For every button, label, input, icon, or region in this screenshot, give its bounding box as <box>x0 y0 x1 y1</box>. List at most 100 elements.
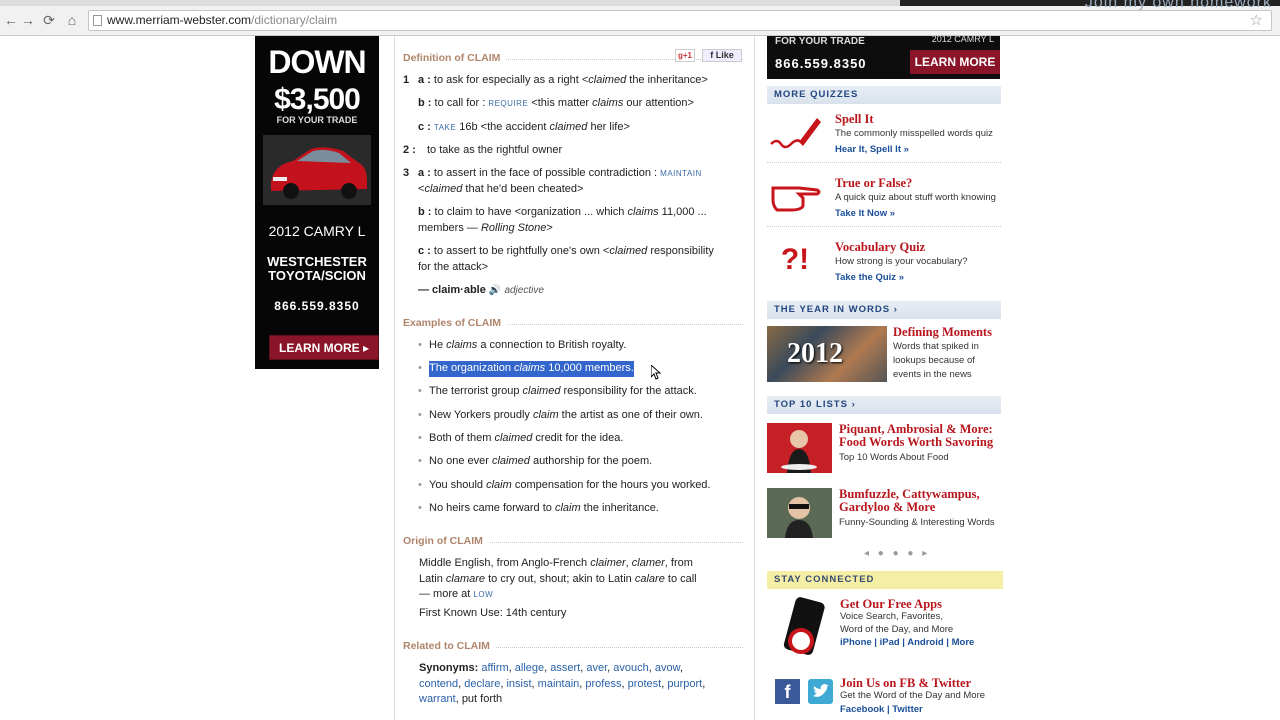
origin-heading: Origin of CLAIM <box>403 534 743 550</box>
synonym-link[interactable]: maintain <box>538 678 580 690</box>
quiz-link[interactable]: Take the Quiz » <box>835 272 904 283</box>
synonym-link[interactable]: assert <box>550 662 580 674</box>
google-plus-button[interactable]: g+1 <box>675 49 695 62</box>
back-button[interactable]: ← <box>2 12 20 28</box>
derived-word: — claim·able <box>418 284 486 296</box>
stay-connected-header: STAY CONNECTED <box>767 571 1003 589</box>
reload-button[interactable]: ⟳ <box>40 12 58 28</box>
right-ad-trade: FOR YOUR TRADE <box>775 36 865 47</box>
synonym-link[interactable]: purport <box>667 678 702 690</box>
synonym-link[interactable]: contend <box>419 678 458 690</box>
synonym-link[interactable]: allege <box>515 662 544 674</box>
phone-icon <box>775 597 829 659</box>
right-ad-model: 2012 CAMRY L <box>931 36 994 44</box>
address-bar[interactable]: www.merriam-webster.com/dictionary/claim… <box>88 10 1272 31</box>
synonym-link[interactable]: aver <box>586 662 607 674</box>
ad-amount: $3,500 <box>274 83 361 116</box>
food-woman-image <box>767 423 832 473</box>
pencil-icon <box>769 112 821 152</box>
quiz-desc: The commonly misspelled words quiz <box>835 128 993 139</box>
synonym-link[interactable]: affirm <box>481 662 508 674</box>
quiz-spell-it[interactable]: Spell It The commonly misspelled words q… <box>767 112 1001 172</box>
synonym-link[interactable]: avow <box>655 662 680 674</box>
speaker-icon[interactable]: 🔊 <box>489 285 501 296</box>
car-image <box>263 135 371 205</box>
synonym-link[interactable]: protest <box>628 678 662 690</box>
synonyms-label: Synonyms: <box>419 662 479 674</box>
top10-title[interactable]: Piquant, Ambrosial & More: Food Words Wo… <box>839 423 1019 449</box>
top10-food[interactable]: Piquant, Ambrosial & More: Food Words Wo… <box>767 423 1017 479</box>
carousel-pager[interactable]: ◂ ● ● ● ▸ <box>864 548 930 559</box>
twitter-icon[interactable] <box>808 679 833 704</box>
more-quizzes-header: MORE QUIZZES <box>767 86 1001 104</box>
definition-heading-text: Definition of CLAIM <box>403 52 507 64</box>
selected-text: The organization claims 10,000 members. <box>429 361 634 377</box>
year-collage-image: 2012 <box>767 326 887 382</box>
year-image-label: 2012 <box>787 338 843 369</box>
tab-strip: Join my own homework <box>0 0 1280 11</box>
cross-ref-link[interactable]: LOW <box>473 590 493 599</box>
funny-woman-image <box>767 488 832 538</box>
synonym-link[interactable]: warrant <box>419 693 456 705</box>
forward-button[interactable]: → <box>19 12 37 28</box>
web-page: DOWN $3,500 FOR YOUR TRADE 2012 CAMRY L … <box>0 36 1280 720</box>
cross-ref-link[interactable]: TAKE <box>434 123 456 132</box>
quiz-title[interactable]: True or False? <box>835 176 912 191</box>
related-heading-text: Related to CLAIM <box>403 640 496 652</box>
year-in-words-promo[interactable]: 2012 Defining Moments Words that spiked … <box>767 326 1017 382</box>
right-ad-phone: 866.559.8350 <box>775 56 867 71</box>
browser-toolbar: Join my own homework ← → ⟳ ⌂ www.merriam… <box>0 0 1280 36</box>
apps-promo[interactable]: Get Our Free Apps Voice Search, Favorite… <box>767 597 1017 657</box>
apps-title[interactable]: Get Our Free Apps <box>840 597 942 612</box>
quiz-desc: A quick quiz about stuff worth knowing <box>835 192 996 203</box>
year-in-words-header[interactable]: THE YEAR IN WORDS › <box>767 301 1001 319</box>
facebook-like-button[interactable]: f Like <box>702 49 742 62</box>
ad-model: 2012 CAMRY L <box>268 223 366 239</box>
page-icon <box>93 15 102 26</box>
year-title[interactable]: Defining Moments <box>893 326 1073 339</box>
quiz-link[interactable]: Take It Now » <box>835 208 895 219</box>
synonym-plain: put forth <box>461 693 503 705</box>
related-heading: Related to CLAIM <box>403 639 743 655</box>
examples-heading: Examples of CLAIM <box>403 316 743 332</box>
social-links[interactable]: Facebook | Twitter <box>840 704 923 715</box>
cross-ref-link[interactable]: REQUIRE <box>488 99 528 108</box>
url-path: /dictionary/claim <box>251 13 338 27</box>
synonym-link[interactable]: insist <box>506 678 531 690</box>
quiz-vocabulary[interactable]: ?! Vocabulary Quiz How strong is your vo… <box>767 240 1001 300</box>
social-promo[interactable]: f Join Us on FB & Twitter Get the Word o… <box>767 676 1017 720</box>
top10-funny[interactable]: Bumfuzzle, Cattywampus, Gardyloo & More … <box>767 488 1017 544</box>
top10-header[interactable]: TOP 10 LISTS › <box>767 396 1001 414</box>
ad-down-text: DOWN <box>268 44 366 80</box>
right-ad-learn-more-button[interactable]: LEARN MORE ▸ <box>910 50 1000 93</box>
home-button[interactable]: ⌂ <box>63 12 81 28</box>
synonym-link[interactable]: profess <box>585 678 621 690</box>
left-advertisement[interactable]: DOWN $3,500 FOR YOUR TRADE 2012 CAMRY L … <box>255 36 379 369</box>
year-desc: Words that spiked in lookups because of … <box>893 341 979 380</box>
origin-heading-text: Origin of CLAIM <box>403 535 489 547</box>
pointing-hand-icon <box>769 176 821 216</box>
apps-links[interactable]: iPhone | iPad | Android | More <box>840 637 974 648</box>
cross-ref-link[interactable]: MAINTAIN <box>660 169 702 178</box>
top10-desc: Top 10 Words About Food <box>839 452 949 463</box>
bookmark-star-icon[interactable]: ☆ <box>1250 11 1263 30</box>
question-exclamation-icon: ?! <box>780 243 810 276</box>
synonym-link[interactable]: declare <box>464 678 500 690</box>
column-divider-right <box>754 36 755 720</box>
right-advertisement[interactable]: FOR YOUR TRADE 2012 CAMRY L 866.559.8350… <box>767 36 1000 93</box>
apps-desc-1: Voice Search, Favorites, <box>840 611 943 622</box>
left-ad-learn-more-button[interactable]: LEARN MORE ▸ <box>269 335 379 360</box>
quiz-title[interactable]: Vocabulary Quiz <box>835 240 925 255</box>
quiz-title[interactable]: Spell It <box>835 112 874 127</box>
synonym-link[interactable]: avouch <box>613 662 648 674</box>
quiz-link[interactable]: Hear It, Spell It » <box>835 144 909 155</box>
facebook-icon[interactable]: f <box>775 679 800 704</box>
quiz-true-false[interactable]: True or False? A quick quiz about stuff … <box>767 176 1001 236</box>
top10-desc: Funny-Sounding & Interesting Words <box>839 517 995 528</box>
top10-title[interactable]: Bumfuzzle, Cattywampus, Gardyloo & More <box>839 488 1019 514</box>
tab-strip-right: Join my own homework <box>900 0 1280 11</box>
part-of-speech: adjective <box>504 285 544 296</box>
social-title[interactable]: Join Us on FB & Twitter <box>840 676 971 691</box>
examples-heading-text: Examples of CLAIM <box>403 317 508 329</box>
apps-desc-2: Word of the Day, and More <box>840 623 954 635</box>
